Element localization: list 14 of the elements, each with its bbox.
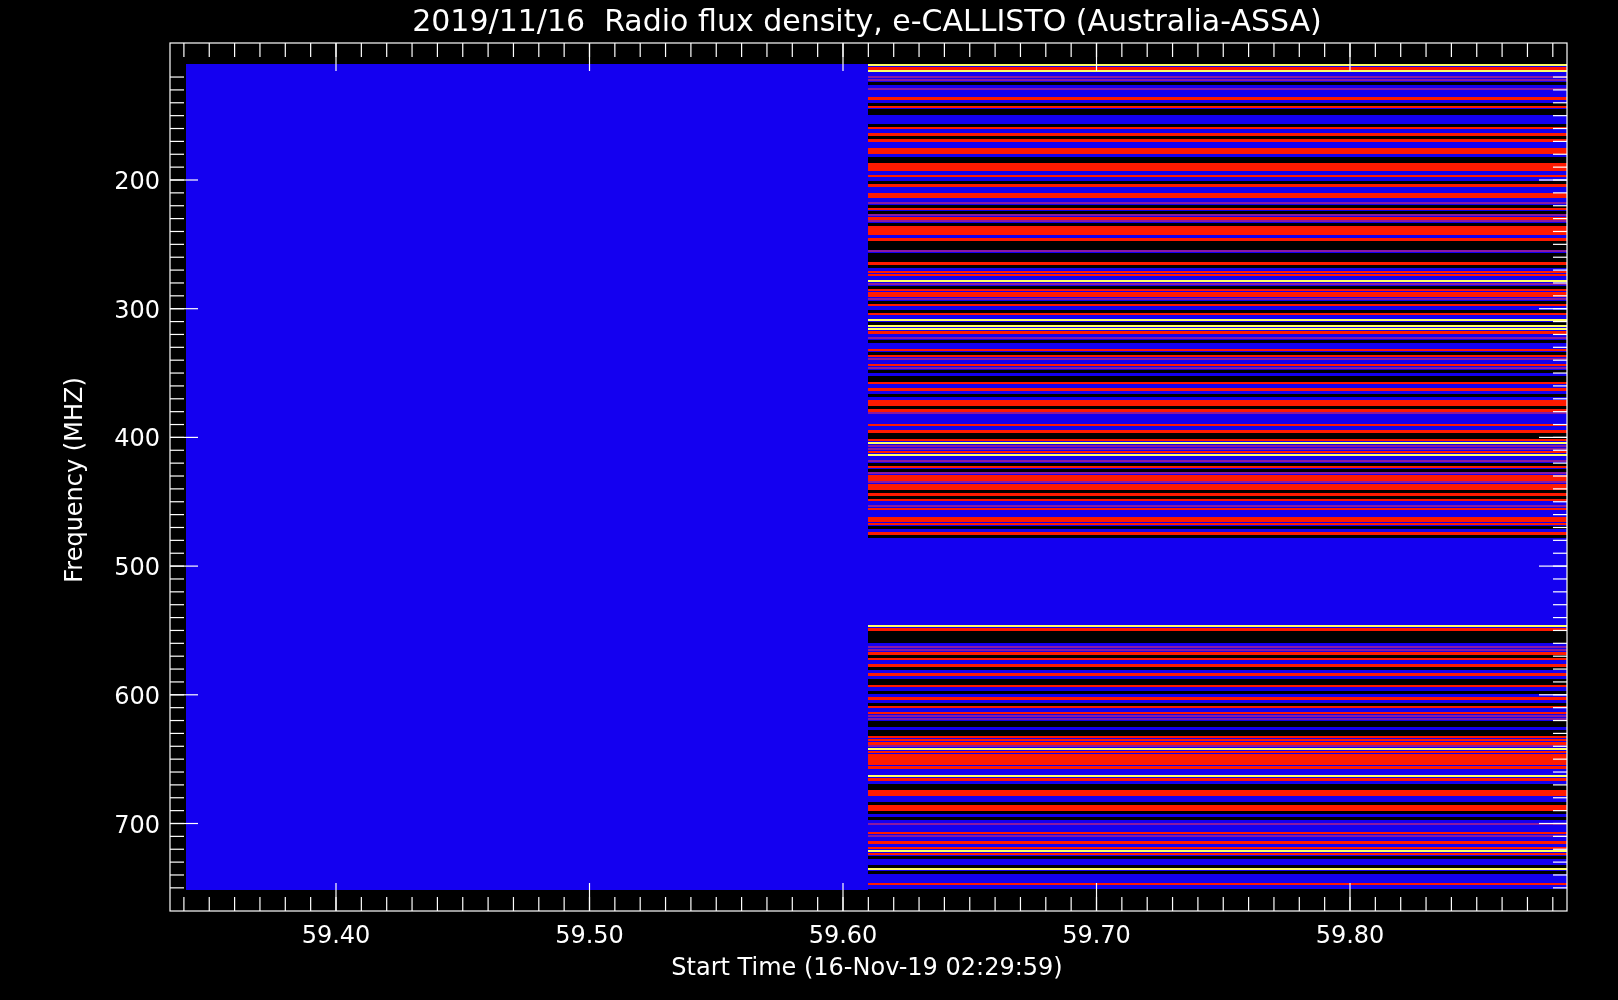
x-axis-label: Start Time (16-Nov-19 02:29:59) [671, 953, 1063, 981]
y-tick-label: 200 [114, 167, 160, 195]
y-axis-label: Frequency (MHZ) [60, 377, 88, 583]
y-tick-label: 600 [114, 681, 160, 710]
y-tick-label: 500 [114, 553, 160, 582]
x-tick-label: 59.60 [808, 921, 878, 949]
x-tick-label: 59.80 [1315, 921, 1385, 949]
y-tick-label: 300 [114, 295, 160, 324]
y-tick-label: 700 [114, 810, 160, 839]
x-tick-label: 59.70 [1062, 921, 1131, 949]
chart-title: 2019/11/16 Radio flux density, e-CALLISTO (Australia-ASSA) [412, 3, 1322, 38]
x-tick-label: 59.50 [555, 921, 624, 949]
x-tick-label: 59.40 [301, 921, 371, 949]
y-tick-label: 400 [114, 424, 160, 453]
